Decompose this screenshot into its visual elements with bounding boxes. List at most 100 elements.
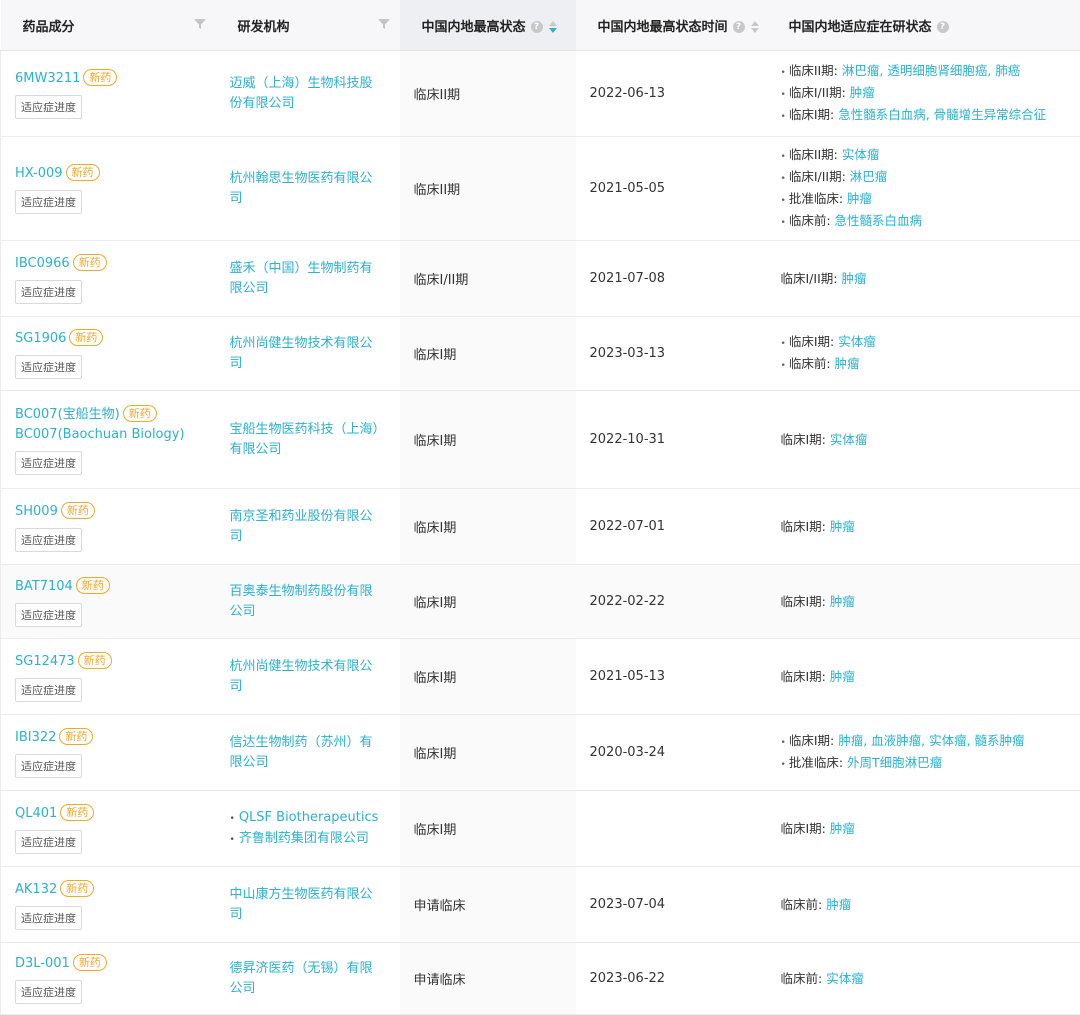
indication-phase: 临床I期: bbox=[781, 821, 830, 836]
indication-link[interactable]: 急性髓系白血病 bbox=[835, 213, 923, 228]
drug-name-link[interactable]: IBC0966 bbox=[15, 256, 70, 271]
drug-name-link[interactable]: SG12473 bbox=[15, 654, 75, 669]
drug-cell: SH009新药适应症进度 bbox=[1, 489, 216, 565]
indication-progress-button[interactable]: 适应症进度 bbox=[15, 980, 82, 1004]
org-cell: 盛禾（中国）生物制药有限公司 bbox=[216, 241, 400, 317]
indication-link[interactable]: 肿瘤 bbox=[847, 191, 872, 206]
indication-item: 临床前: 实体瘤 bbox=[781, 969, 1080, 989]
header-org[interactable]: 研发机构 bbox=[216, 0, 400, 51]
sort-caret-icon[interactable] bbox=[751, 21, 759, 33]
status-date: 2021-05-05 bbox=[590, 181, 666, 196]
indication-link[interactable]: 实体瘤 bbox=[830, 432, 868, 447]
indication-link[interactable]: 急性髓系白血病, 骨髓增生异常综合征 bbox=[838, 107, 1046, 122]
drug-name-link[interactable]: AK132 bbox=[15, 882, 57, 897]
indication-phase: 临床II期: bbox=[789, 147, 842, 162]
sort-caret-icon[interactable] bbox=[549, 21, 557, 33]
indication-link[interactable]: 实体瘤 bbox=[842, 147, 880, 162]
question-circle-icon[interactable]: ? bbox=[937, 21, 949, 33]
indication-link[interactable]: 肿瘤 bbox=[826, 897, 851, 912]
drug-name-line: 6MW3211新药 bbox=[15, 69, 216, 89]
highest-status: 临床I期 bbox=[414, 521, 457, 536]
indication-progress-button[interactable]: 适应症进度 bbox=[15, 754, 82, 778]
indication-link[interactable]: 肿瘤 bbox=[841, 271, 866, 286]
drug-name-link[interactable]: SG1906 bbox=[15, 331, 66, 346]
indication-progress-button[interactable]: 适应症进度 bbox=[15, 95, 82, 119]
filter-icon[interactable] bbox=[378, 18, 390, 30]
table-row: IBC0966新药适应症进度盛禾（中国）生物制药有限公司临床I/II期2021-… bbox=[1, 241, 1080, 317]
indication-link[interactable]: 肿瘤 bbox=[830, 594, 855, 609]
date-cell: 2023-06-22 bbox=[576, 943, 767, 1015]
indication-progress-button[interactable]: 适应症进度 bbox=[15, 830, 82, 854]
indication-list: 临床前: 肿瘤 bbox=[781, 895, 1080, 915]
org-link[interactable]: QLSF Biotherapeutics bbox=[230, 808, 400, 829]
header-drug[interactable]: 药品成分 bbox=[1, 0, 216, 51]
drug-name-link[interactable]: D3L-001 bbox=[15, 956, 70, 971]
org-link[interactable]: 信达生物制药（苏州）有限公司 bbox=[230, 733, 400, 773]
indication-progress-button[interactable]: 适应症进度 bbox=[15, 190, 82, 214]
indication-progress-button[interactable]: 适应症进度 bbox=[15, 528, 82, 552]
org-link[interactable]: 百奥泰生物制药股份有限公司 bbox=[230, 582, 400, 622]
indication-link[interactable]: 肿瘤 bbox=[830, 821, 855, 836]
highest-status: 临床I期 bbox=[414, 596, 457, 611]
drug-name-alt-link[interactable]: BC007(Baochuan Biology) bbox=[15, 425, 216, 445]
indication-cell: 临床I期: 肿瘤 bbox=[767, 791, 1080, 867]
drug-name-link[interactable]: 6MW3211 bbox=[15, 71, 80, 86]
status-cell: 申请临床 bbox=[400, 943, 576, 1015]
drug-name-link[interactable]: QL401 bbox=[15, 806, 57, 821]
indication-list: 临床II期: 实体瘤临床I/II期: 淋巴瘤批准临床: 肿瘤临床前: 急性髓系白… bbox=[781, 145, 1080, 233]
org-link[interactable]: 中山康方生物医药有限公司 bbox=[230, 885, 400, 925]
drug-cell: IBI322新药适应症进度 bbox=[1, 715, 216, 791]
table-row: AK132新药适应症进度中山康方生物医药有限公司申请临床2023-07-04临床… bbox=[1, 867, 1080, 943]
org-link[interactable]: 南京圣和药业股份有限公司 bbox=[230, 507, 400, 547]
indication-item: 临床I期: 实体瘤 bbox=[781, 430, 1080, 450]
org-link[interactable]: 杭州尚健生物技术有限公司 bbox=[230, 334, 400, 374]
date-cell: 2023-07-04 bbox=[576, 867, 767, 943]
drug-name-line: QL401新药 bbox=[15, 804, 216, 824]
drug-cell: BAT7104新药适应症进度 bbox=[1, 565, 216, 639]
indication-cell: 临床I/II期: 肿瘤 bbox=[767, 241, 1080, 317]
header-status[interactable]: 中国内地最高状态? bbox=[400, 0, 576, 51]
status-cell: 临床I期 bbox=[400, 639, 576, 715]
indication-progress-button[interactable]: 适应症进度 bbox=[15, 355, 82, 379]
indication-link[interactable]: 肿瘤 bbox=[830, 519, 855, 534]
indication-progress-button[interactable]: 适应症进度 bbox=[15, 603, 82, 627]
org-link[interactable]: 齐鲁制药集团有限公司 bbox=[230, 829, 400, 850]
question-circle-icon[interactable]: ? bbox=[531, 21, 543, 33]
drug-name-link[interactable]: BC007(宝船生物) bbox=[15, 407, 120, 422]
drug-name-link[interactable]: HX-009 bbox=[15, 166, 63, 181]
drug-name-link[interactable]: BAT7104 bbox=[15, 579, 73, 594]
drug-name-link[interactable]: IBI322 bbox=[15, 730, 56, 745]
table-row: SG1906新药适应症进度杭州尚健生物技术有限公司临床I期2023-03-13临… bbox=[1, 317, 1080, 391]
table-row: IBI322新药适应症进度信达生物制药（苏州）有限公司临床I期2020-03-2… bbox=[1, 715, 1080, 791]
header-status-date[interactable]: 中国内地最高状态时间? bbox=[576, 0, 767, 51]
indication-progress-button[interactable]: 适应症进度 bbox=[15, 906, 82, 930]
indication-link[interactable]: 实体瘤 bbox=[826, 971, 864, 986]
indication-phase: 临床II期: bbox=[789, 63, 842, 78]
question-circle-icon[interactable]: ? bbox=[733, 21, 745, 33]
indication-link[interactable]: 肿瘤 bbox=[830, 669, 855, 684]
indication-link[interactable]: 肿瘤 bbox=[835, 356, 860, 371]
indication-phase: 临床I期: bbox=[781, 594, 830, 609]
org-link[interactable]: 宝船生物医药科技（上海）有限公司 bbox=[230, 420, 400, 460]
indication-link[interactable]: 淋巴瘤 bbox=[850, 169, 888, 184]
indication-link[interactable]: 外周T细胞淋巴瘤 bbox=[847, 755, 942, 770]
indication-progress-button[interactable]: 适应症进度 bbox=[15, 678, 82, 702]
indication-link[interactable]: 实体瘤 bbox=[838, 334, 876, 349]
table-row: BC007(宝船生物)新药BC007(Baochuan Biology)适应症进… bbox=[1, 391, 1080, 489]
org-link[interactable]: 盛禾（中国）生物制药有限公司 bbox=[230, 259, 400, 299]
indication-link[interactable]: 肿瘤, 血液肿瘤, 实体瘤, 髓系肿瘤 bbox=[838, 733, 1024, 748]
indication-cell: 临床II期: 实体瘤临床I/II期: 淋巴瘤批准临床: 肿瘤临床前: 急性髓系白… bbox=[767, 137, 1080, 241]
indication-link[interactable]: 淋巴瘤, 透明细胞肾细胞癌, 肺癌 bbox=[842, 63, 1020, 78]
indication-progress-button[interactable]: 适应症进度 bbox=[15, 280, 82, 304]
indication-phase: 临床前: bbox=[781, 971, 827, 986]
indication-progress-button[interactable]: 适应症进度 bbox=[15, 451, 82, 475]
indication-link[interactable]: 肿瘤 bbox=[850, 85, 875, 100]
org-link[interactable]: 杭州翰思生物医药有限公司 bbox=[230, 169, 400, 209]
org-link[interactable]: 德昇济医药（无锡）有限公司 bbox=[230, 959, 400, 999]
drug-name-link[interactable]: SH009 bbox=[15, 504, 58, 519]
org-link[interactable]: 迈威（上海）生物科技股份有限公司 bbox=[230, 74, 400, 114]
indication-item: 临床I/II期: 肿瘤 bbox=[781, 269, 1080, 289]
highest-status: 临床II期 bbox=[414, 183, 461, 198]
filter-icon[interactable] bbox=[194, 18, 206, 30]
org-link[interactable]: 杭州尚健生物技术有限公司 bbox=[230, 657, 400, 697]
